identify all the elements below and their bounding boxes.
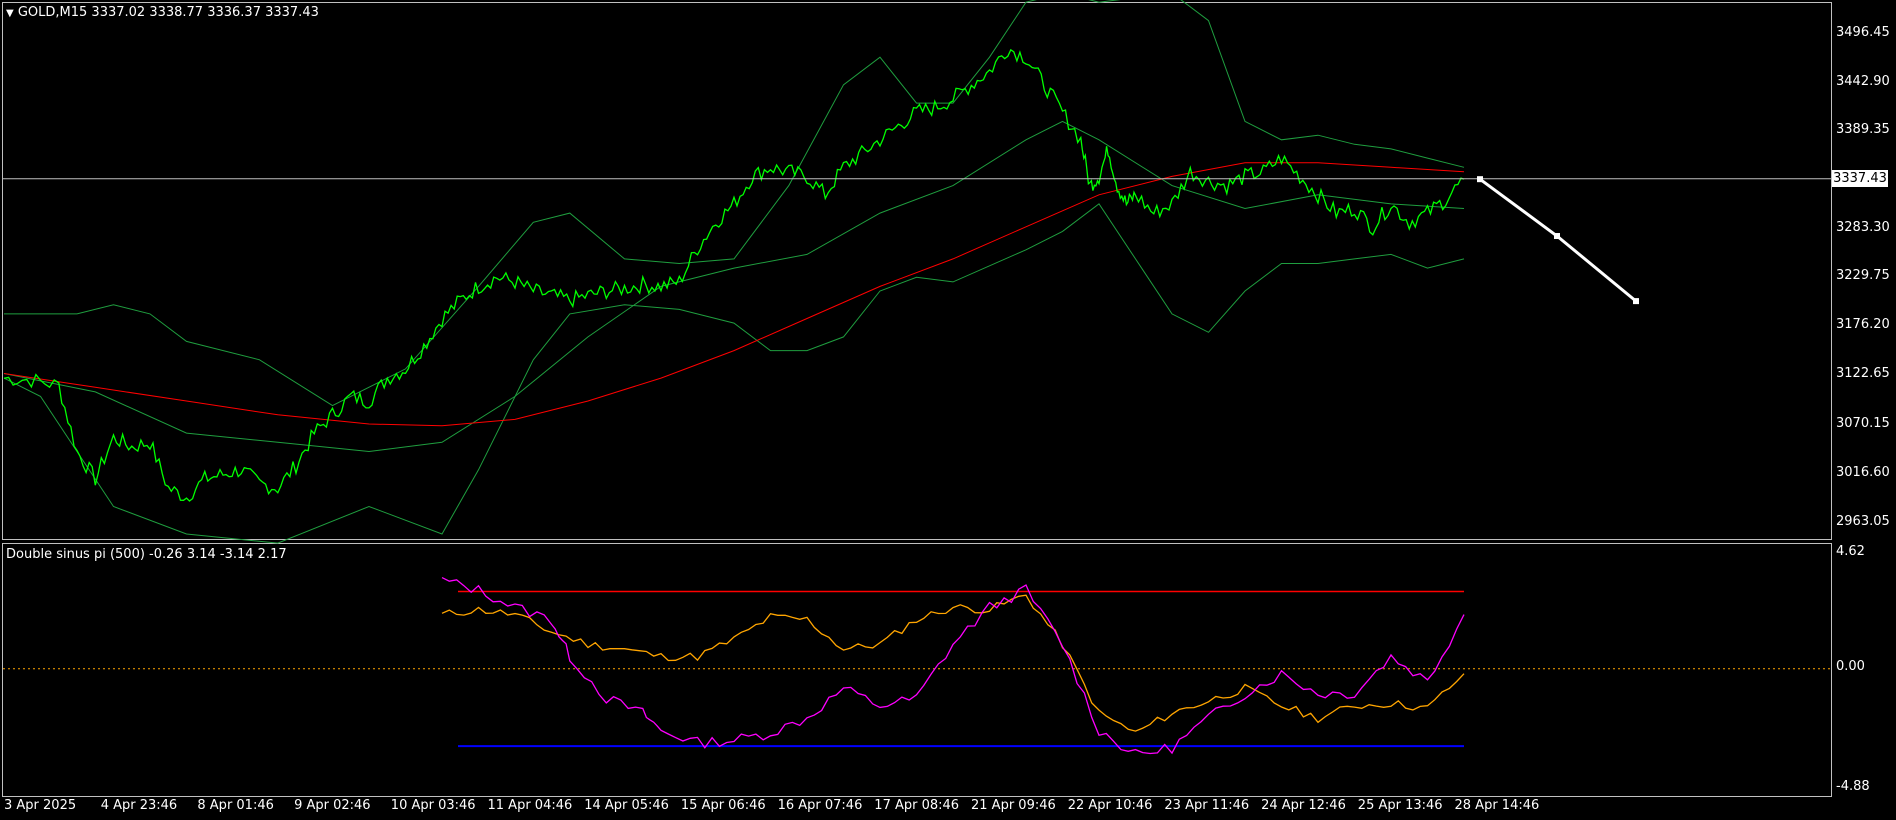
price-axis-label: 3122.65 [1836, 366, 1890, 381]
moving-average-line [3, 162, 1465, 427]
chart-canvas[interactable] [0, 0, 1896, 820]
time-axis-label: 11 Apr 04:46 [487, 798, 573, 813]
symbol-ohlc-label: GOLD,M15 3337.02 3338.77 3336.37 3337.43 [17, 5, 319, 20]
time-axis-label: 3 Apr 2025 [4, 798, 77, 813]
time-axis-label: 4 Apr 23:46 [100, 798, 178, 813]
projection-point[interactable] [1554, 233, 1560, 240]
price-axis-label: 3442.90 [1836, 74, 1890, 89]
indicator-axis-zero: 0.00 [1836, 659, 1865, 674]
time-axis-label: 25 Apr 13:46 [1357, 798, 1443, 813]
time-axis-label: 9 Apr 02:46 [294, 798, 371, 813]
time-axis-label: 28 Apr 14:46 [1454, 798, 1540, 813]
time-axis-label: 8 Apr 01:46 [197, 798, 274, 813]
indicator-axis-bottom: -4.88 [1836, 779, 1870, 794]
main-chart-frame [2, 2, 1832, 540]
indicator-orange-line [441, 594, 1465, 732]
time-axis-label: 22 Apr 10:46 [1067, 798, 1153, 813]
indicator-header: Double sinus pi (500) -0.26 3.14 -3.14 2… [6, 547, 287, 562]
time-axis-label: 17 Apr 08:46 [874, 798, 960, 813]
trading-chart-window[interactable]: ▼ GOLD,M15 3337.02 3338.77 3336.37 3337.… [0, 0, 1896, 820]
projection-point[interactable] [1477, 176, 1483, 183]
indicator-axis-top: 4.62 [1836, 544, 1865, 559]
time-axis-label: 23 Apr 11:46 [1164, 798, 1250, 813]
projection-point[interactable] [1633, 298, 1639, 305]
projection-line[interactable] [1479, 177, 1637, 303]
upper-band-line [4, 0, 1465, 407]
time-axis-label: 21 Apr 09:46 [971, 798, 1056, 813]
price-axis-label: 3496.45 [1836, 25, 1890, 40]
time-axis-label: 15 Apr 06:46 [680, 798, 766, 813]
price-line [3, 48, 1465, 502]
price-axis-label: 3176.20 [1836, 317, 1890, 332]
price-axis-label: 2963.05 [1836, 514, 1890, 529]
indicator-frame [2, 543, 1832, 797]
time-axis-label: 24 Apr 12:46 [1261, 798, 1346, 813]
dropdown-arrow-icon[interactable]: ▼ [6, 8, 14, 19]
price-axis-label: 3229.75 [1836, 268, 1890, 283]
price-axis-label: 3070.15 [1836, 416, 1890, 431]
price-axis-label: 3389.35 [1836, 122, 1890, 137]
chart-header: ▼ GOLD,M15 3337.02 3338.77 3336.37 3337.… [6, 5, 319, 22]
lower-band-line [3, 203, 1465, 544]
time-axis-label: 10 Apr 03:46 [390, 798, 476, 813]
current-price-label: 3337.43 [1832, 170, 1888, 187]
price-axis-label: 3283.30 [1836, 220, 1890, 235]
time-axis-label: 16 Apr 07:46 [777, 798, 863, 813]
time-axis-label: 14 Apr 05:46 [584, 798, 669, 813]
price-axis-label: 3016.60 [1836, 465, 1890, 480]
indicator-magenta-line [441, 577, 1465, 755]
